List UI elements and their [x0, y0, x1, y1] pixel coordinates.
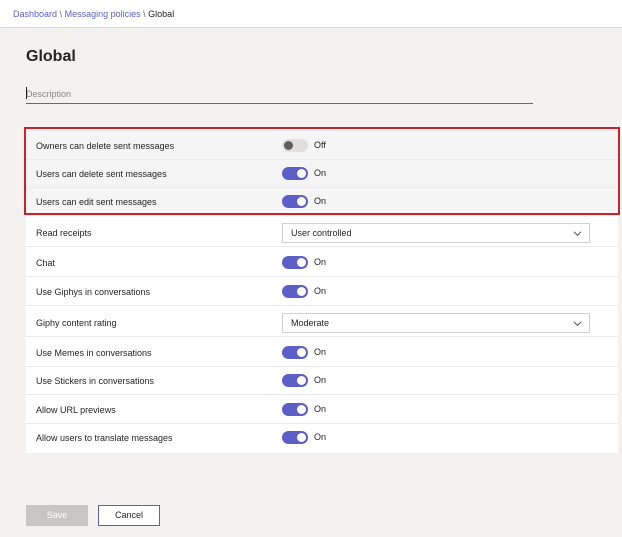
- toggle-knob: [297, 258, 306, 267]
- description-field[interactable]: [26, 84, 533, 104]
- chevron-down-icon: [573, 321, 582, 327]
- breadcrumb-separator: \: [59, 9, 63, 19]
- select-value: Moderate: [291, 318, 330, 328]
- setting-row-read-receipts: Read receipts User controlled: [26, 219, 618, 247]
- toggle-state-text: Off: [314, 140, 326, 150]
- toggle-knob: [297, 197, 306, 206]
- description-input[interactable]: [26, 86, 533, 102]
- toggle-knob: [297, 433, 306, 442]
- users-edit-toggle[interactable]: [282, 195, 308, 208]
- page-title: Global: [26, 48, 76, 65]
- breadcrumb-current: Global: [148, 9, 175, 19]
- setting-label: Giphy content rating: [36, 318, 117, 328]
- breadcrumb: Dashboard \ Messaging policies \ Global: [13, 9, 174, 19]
- toggle-state-text: On: [314, 432, 327, 442]
- toggle-state-text: On: [314, 375, 327, 385]
- toggle-knob: [297, 287, 306, 296]
- chat-toggle[interactable]: [282, 256, 308, 269]
- toggle-state-text: On: [314, 196, 327, 206]
- setting-row-giphy-rating: Giphy content rating Moderate: [26, 309, 618, 337]
- text-caret: [26, 87, 27, 99]
- setting-row-users-edit: Users can edit sent messages On: [26, 188, 618, 216]
- breadcrumb-messaging-policies-link[interactable]: Messaging policies: [65, 9, 141, 19]
- memes-toggle[interactable]: [282, 346, 308, 359]
- setting-row-url-previews: Allow URL previews On: [26, 396, 618, 424]
- translate-toggle[interactable]: [282, 431, 308, 444]
- read-receipts-select[interactable]: User controlled: [282, 223, 590, 243]
- setting-row-translate: Allow users to translate messages On: [26, 424, 618, 452]
- toggle-state-text: On: [314, 404, 327, 414]
- setting-label: Owners can delete sent messages: [36, 141, 175, 151]
- toggle-knob: [297, 376, 306, 385]
- url-previews-toggle[interactable]: [282, 403, 308, 416]
- setting-label: Users can edit sent messages: [36, 197, 157, 207]
- setting-label: Allow users to translate messages: [36, 433, 173, 443]
- setting-label: Use Stickers in conversations: [36, 376, 155, 386]
- chevron-down-icon: [573, 231, 582, 237]
- setting-label: Users can delete sent messages: [36, 169, 167, 179]
- settings-panel: Owners can delete sent messages Off User…: [26, 132, 618, 453]
- breadcrumb-separator: \: [143, 9, 146, 19]
- toggle-knob: [284, 141, 293, 150]
- owners-delete-toggle[interactable]: [282, 139, 308, 152]
- setting-label: Use Memes in conversations: [36, 348, 152, 358]
- setting-row-stickers: Use Stickers in conversations On: [26, 367, 618, 395]
- users-delete-toggle[interactable]: [282, 167, 308, 180]
- setting-label: Use Giphys in conversations: [36, 287, 151, 297]
- select-value: User controlled: [291, 228, 352, 238]
- setting-row-memes: Use Memes in conversations On: [26, 339, 618, 367]
- toggle-state-text: On: [314, 286, 327, 296]
- setting-row-owners-delete: Owners can delete sent messages Off: [26, 132, 618, 160]
- setting-row-chat: Chat On: [26, 249, 618, 277]
- breadcrumb-dashboard-link[interactable]: Dashboard: [13, 9, 57, 19]
- toggle-knob: [297, 169, 306, 178]
- top-bar: Dashboard \ Messaging policies \ Global: [0, 0, 622, 28]
- giphys-toggle[interactable]: [282, 285, 308, 298]
- stickers-toggle[interactable]: [282, 374, 308, 387]
- setting-label: Read receipts: [36, 228, 92, 238]
- setting-label: Allow URL previews: [36, 405, 116, 415]
- giphy-rating-select[interactable]: Moderate: [282, 313, 590, 333]
- setting-row-users-delete: Users can delete sent messages On: [26, 160, 618, 188]
- setting-row-giphys: Use Giphys in conversations On: [26, 278, 618, 306]
- toggle-state-text: On: [314, 168, 327, 178]
- toggle-state-text: On: [314, 347, 327, 357]
- save-button[interactable]: Save: [26, 505, 88, 526]
- cancel-button[interactable]: Cancel: [98, 505, 160, 526]
- setting-label: Chat: [36, 258, 56, 268]
- toggle-state-text: On: [314, 257, 327, 267]
- toggle-knob: [297, 405, 306, 414]
- toggle-knob: [297, 348, 306, 357]
